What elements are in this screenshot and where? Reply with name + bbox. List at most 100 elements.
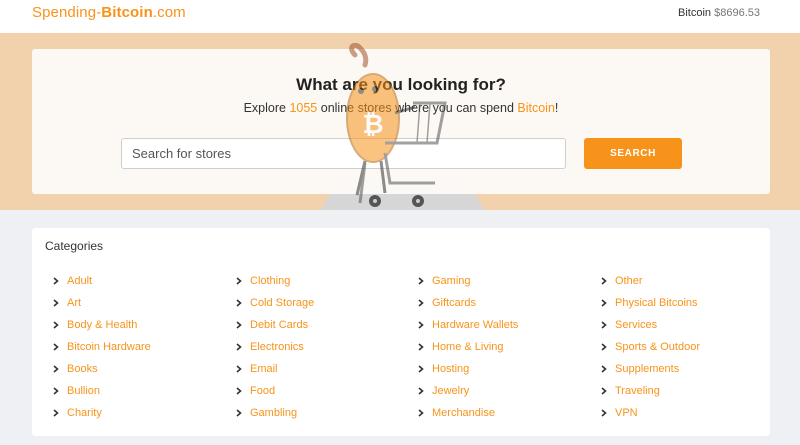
category-label: Giftcards [432, 297, 477, 309]
category-link[interactable]: Sports & Outdoor [601, 336, 700, 358]
category-label: Food [250, 385, 276, 397]
category-label: Hardware Wallets [432, 319, 519, 331]
category-link[interactable]: Gambling [236, 402, 314, 424]
category-link[interactable]: Supplements [601, 358, 700, 380]
search-input[interactable] [121, 138, 566, 169]
category-link[interactable]: Electronics [236, 336, 314, 358]
category-label: Charity [67, 407, 102, 419]
category-link[interactable]: Bitcoin Hardware [53, 336, 151, 358]
category-link[interactable]: Food [236, 380, 314, 402]
category-link[interactable]: Other [601, 270, 700, 292]
category-link[interactable]: Books [53, 358, 151, 380]
category-label: Sports & Outdoor [615, 341, 700, 353]
chevron-right-icon [418, 365, 432, 373]
categories-card: Categories Adult Art Body & Health Bitcoin … [32, 228, 770, 436]
chevron-right-icon [418, 299, 432, 307]
store-count: 1055 [289, 101, 318, 115]
category-label: Cold Storage [250, 297, 315, 309]
category-label: Bullion [67, 385, 101, 397]
site-logo[interactable]: Spending-Bitcoin.com [32, 4, 186, 21]
category-link[interactable]: Giftcards [418, 292, 518, 314]
category-link[interactable]: Hardware Wallets [418, 314, 518, 336]
chevron-right-icon [236, 387, 250, 395]
chevron-right-icon [601, 277, 615, 285]
category-link[interactable]: Cold Storage [236, 292, 314, 314]
top-bar: Spending-Bitcoin.com Bitcoin $8696.53 [0, 0, 800, 33]
chevron-right-icon [53, 299, 67, 307]
category-link[interactable]: Email [236, 358, 314, 380]
chevron-right-icon [418, 321, 432, 329]
category-link[interactable]: Charity [53, 402, 151, 424]
category-link[interactable]: Hosting [418, 358, 518, 380]
category-link[interactable]: Home & Living [418, 336, 518, 358]
bitcoin-price: Bitcoin $8696.53 [678, 7, 760, 19]
chevron-right-icon [53, 365, 67, 373]
category-link[interactable]: Adult [53, 270, 151, 292]
chevron-right-icon [236, 277, 250, 285]
price-value: $8696.53 [714, 7, 760, 19]
category-label: Physical Bitcoins [615, 297, 698, 309]
chevron-right-icon [53, 343, 67, 351]
category-label: Other [615, 275, 643, 287]
subtitle-pre: Explore [243, 101, 290, 115]
categories-title: Categories [45, 239, 104, 253]
category-label: Merchandise [432, 407, 495, 419]
category-label: Traveling [615, 385, 660, 397]
category-label: Gaming [432, 275, 471, 287]
chevron-right-icon [418, 387, 432, 395]
chevron-right-icon [236, 409, 250, 417]
logo-part-2: Bitcoin [101, 4, 153, 21]
hero-section: What are you looking for? Explore 1055 o… [0, 33, 800, 210]
category-link[interactable]: VPN [601, 402, 700, 424]
category-label: Books [67, 363, 98, 375]
search-button[interactable]: SEARCH [584, 138, 682, 169]
subtitle-mid: online stores where you can spend [317, 101, 518, 115]
logo-part-1: Spending- [32, 4, 102, 21]
category-label: Adult [67, 275, 93, 287]
chevron-right-icon [601, 365, 615, 373]
hero-title: What are you looking for? [296, 75, 506, 94]
bitcoin-link[interactable]: Bitcoin [517, 101, 555, 115]
category-column: Gaming Giftcards Hardware Wallets Home & Li… [418, 270, 518, 424]
chevron-right-icon [418, 409, 432, 417]
category-link[interactable]: Debit Cards [236, 314, 314, 336]
chevron-right-icon [236, 365, 250, 373]
category-link[interactable]: Gaming [418, 270, 518, 292]
category-column: Clothing Cold Storage Debit Cards Electroni… [236, 270, 314, 424]
category-label: Bitcoin Hardware [67, 341, 151, 353]
category-link[interactable]: Art [53, 292, 151, 314]
category-label: Art [67, 297, 82, 309]
logo-part-3: .com [152, 4, 186, 21]
hero-subtitle: Explore 1055 online stores where you can… [32, 101, 770, 115]
chevron-right-icon [601, 409, 615, 417]
category-link[interactable]: Jewelry [418, 380, 518, 402]
category-label: Supplements [615, 363, 680, 375]
category-label: Home & Living [432, 341, 504, 353]
subtitle-post: ! [554, 101, 559, 115]
chevron-right-icon [418, 277, 432, 285]
chevron-right-icon [601, 299, 615, 307]
category-link[interactable]: Traveling [601, 380, 700, 402]
category-link[interactable]: Clothing [236, 270, 314, 292]
category-link[interactable]: Physical Bitcoins [601, 292, 700, 314]
category-column: Other Physical Bitcoins Services Sports & O… [601, 270, 700, 424]
chevron-right-icon [53, 387, 67, 395]
category-label: Hosting [432, 363, 470, 375]
chevron-right-icon [236, 321, 250, 329]
category-link[interactable]: Bullion [53, 380, 151, 402]
category-label: Services [615, 319, 658, 331]
price-label: Bitcoin [678, 7, 712, 19]
category-label: Gambling [250, 407, 298, 419]
category-label: Clothing [250, 275, 291, 287]
chevron-right-icon [601, 343, 615, 351]
category-label: Email [250, 363, 278, 375]
category-link[interactable]: Services [601, 314, 700, 336]
category-link[interactable]: Body & Health [53, 314, 151, 336]
chevron-right-icon [53, 321, 67, 329]
category-column: Adult Art Body & Health Bitcoin Hardware Boo… [53, 270, 151, 424]
chevron-right-icon [418, 343, 432, 351]
category-label: Debit Cards [250, 319, 309, 331]
category-label: Jewelry [432, 385, 470, 397]
category-link[interactable]: Merchandise [418, 402, 518, 424]
chevron-right-icon [601, 321, 615, 329]
